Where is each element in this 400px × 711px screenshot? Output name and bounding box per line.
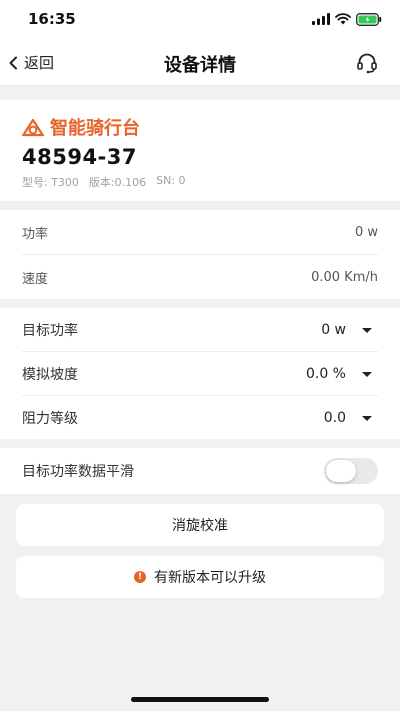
smoothing-section: 目标功率数据平滑 (0, 448, 400, 494)
device-sn: SN: 0 (156, 174, 186, 187)
reading-speed-value: 0.00 Km/h (311, 269, 378, 285)
smoothing-row: 目标功率数据平滑 (22, 449, 378, 493)
update-alert-icon: ! (134, 571, 146, 583)
customer-service-button[interactable] (356, 52, 378, 78)
resistance-value: 0.0 (323, 410, 346, 426)
resistance-label: 阻力等级 (22, 411, 78, 427)
resistance-select[interactable]: 0.0 (324, 410, 378, 426)
controls-section: 目标功率 0 w 模拟坡度 0.0 % 阻力等级 0.0 (0, 308, 400, 439)
calibrate-button[interactable]: 消旋校准 (16, 504, 384, 546)
headset-icon (357, 53, 377, 74)
calibrate-label: 消旋校准 (172, 518, 228, 534)
grade-value: 0.0 % (305, 366, 346, 382)
brand-name: 智能骑行台 (50, 118, 140, 139)
device-card: 智能骑行台 48594-37 型号: T300 版本:0.106 SN: 0 (0, 100, 400, 201)
resistance-row[interactable]: 阻力等级 0.0 (22, 396, 378, 440)
grade-row[interactable]: 模拟坡度 0.0 % (22, 352, 378, 396)
toggle-knob (326, 460, 356, 482)
signal-icon (312, 13, 330, 25)
device-model: 型号: T300 (22, 176, 79, 189)
reading-power-value: 0 w (354, 224, 378, 240)
caret-down-icon (362, 415, 372, 421)
target-power-row[interactable]: 目标功率 0 w (22, 308, 378, 352)
grade-label: 模拟坡度 (22, 367, 78, 383)
caret-down-icon (362, 327, 372, 333)
grade-select[interactable]: 0.0 % (306, 366, 378, 382)
upgrade-button[interactable]: ! 有新版本可以升级 (16, 556, 384, 598)
device-id: 48594-37 (22, 145, 137, 169)
wifi-icon (335, 13, 351, 25)
device-version: 版本:0.106 (88, 176, 147, 189)
reading-power-label: 功率 (22, 226, 49, 242)
caret-down-icon (362, 371, 372, 377)
brand: 智能骑行台 (22, 114, 140, 140)
reading-power-row: 功率 0 w (22, 210, 378, 254)
trainer-logo-icon (22, 118, 44, 137)
readings-section: 功率 0 w 速度 0.00 Km/h (0, 210, 400, 299)
upgrade-label: 有新版本可以升级 (154, 570, 266, 586)
target-power-select[interactable]: 0 w (321, 322, 378, 338)
page-title: 设备详情 (164, 55, 236, 76)
smoothing-label: 目标功率数据平滑 (22, 464, 134, 480)
device-meta: 型号: T300 版本:0.106 SN: 0 (22, 174, 186, 190)
status-bar: 16:35 (0, 0, 400, 40)
status-icons (312, 12, 382, 26)
battery-icon (356, 12, 382, 26)
target-power-value: 0 w (321, 322, 346, 338)
home-indicator (131, 697, 269, 702)
reading-speed-label: 速度 (22, 271, 49, 287)
nav-bar: 返回 设备详情 (0, 40, 400, 86)
smoothing-toggle[interactable] (324, 458, 378, 484)
status-time: 16:35 (28, 10, 76, 28)
target-power-label: 目标功率 (22, 323, 78, 339)
reading-speed-row: 速度 0.00 Km/h (22, 255, 378, 299)
